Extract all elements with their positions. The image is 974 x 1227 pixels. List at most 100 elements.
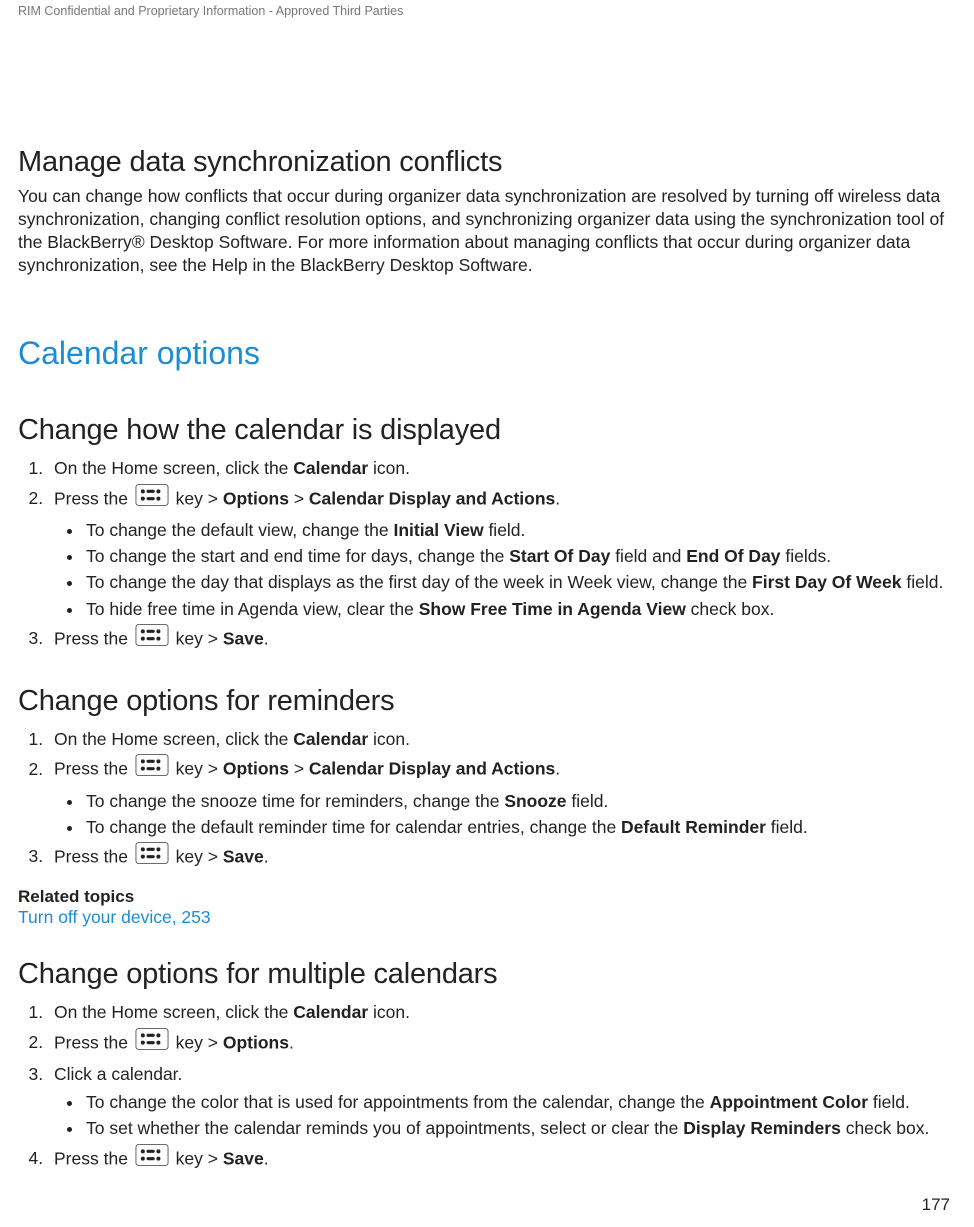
step: On the Home screen, click the Calendar i…: [48, 999, 956, 1025]
steps-multiple-calendars: On the Home screen, click the Calendar i…: [18, 999, 956, 1175]
text: Click a calendar.: [54, 1064, 182, 1084]
text-bold: Default Reminder: [621, 817, 766, 837]
text-bold: Save: [223, 1148, 264, 1168]
text: field.: [567, 791, 609, 811]
text: .: [289, 1032, 294, 1052]
page-number: 177: [922, 1195, 950, 1215]
step: Press the key > Options > Calendar Displ…: [48, 754, 956, 840]
bullet: To change the start and end time for day…: [84, 543, 956, 569]
text-bold: Appointment Color: [710, 1092, 868, 1112]
text-bold: Options: [223, 488, 289, 508]
text: To change the color that is used for app…: [86, 1092, 710, 1112]
heading-manage-conflicts: Manage data synchronization conflicts: [18, 146, 956, 179]
menu-key-icon: [135, 624, 169, 653]
text: icon.: [368, 1002, 410, 1022]
text-bold: Options: [223, 1032, 289, 1052]
text-bold: Options: [223, 759, 289, 779]
heading-change-reminders: Change options for reminders: [18, 685, 956, 718]
confidential-header: RIM Confidential and Proprietary Informa…: [18, 0, 956, 18]
text: To set whether the calendar reminds you …: [86, 1118, 683, 1138]
text: >: [289, 488, 309, 508]
step: Click a calendar. To change the color th…: [48, 1061, 956, 1142]
steps-change-display: On the Home screen, click the Calendar i…: [18, 455, 956, 655]
text-bold: Display Reminders: [683, 1118, 841, 1138]
bullet: To hide free time in Agenda view, clear …: [84, 596, 956, 622]
step: Press the key > Options.: [48, 1028, 956, 1059]
text: Press the: [54, 628, 133, 648]
menu-key-icon: [135, 484, 169, 513]
heading-multiple-calendars: Change options for multiple calendars: [18, 958, 956, 991]
text: key >: [171, 759, 223, 779]
heading-calendar-options: Calendar options: [18, 335, 956, 372]
text: To change the start and end time for day…: [86, 546, 509, 566]
text-bold: Save: [223, 628, 264, 648]
text-bold: Calendar Display and Actions: [309, 759, 555, 779]
text: key >: [171, 628, 223, 648]
text: Press the: [54, 488, 133, 508]
text-bold: Save: [223, 846, 264, 866]
text: To change the default reminder time for …: [86, 817, 621, 837]
text: check box.: [841, 1118, 930, 1138]
text: .: [264, 846, 269, 866]
step: Press the key > Save.: [48, 1144, 956, 1175]
text: check box.: [686, 599, 775, 619]
bullet: To change the color that is used for app…: [84, 1089, 956, 1115]
text: field.: [902, 572, 944, 592]
text-bold: Calendar: [293, 458, 368, 478]
text-bold: Calendar: [293, 1002, 368, 1022]
text-bold: Initial View: [393, 520, 483, 540]
text: .: [264, 628, 269, 648]
text-bold: Calendar Display and Actions: [309, 488, 555, 508]
text-bold: Show Free Time in Agenda View: [419, 599, 686, 619]
menu-key-icon: [135, 754, 169, 783]
text-bold: Snooze: [504, 791, 566, 811]
text: Press the: [54, 1148, 133, 1168]
step: Press the key > Save.: [48, 842, 956, 873]
bullet: To change the snooze time for reminders,…: [84, 788, 956, 814]
text: On the Home screen, click the: [54, 458, 293, 478]
bullet: To change the default reminder time for …: [84, 814, 956, 840]
text: To change the day that displays as the f…: [86, 572, 752, 592]
text: On the Home screen, click the: [54, 1002, 293, 1022]
text: icon.: [368, 458, 410, 478]
related-topics-heading: Related topics: [18, 887, 956, 907]
text: fields.: [781, 546, 832, 566]
heading-change-display: Change how the calendar is displayed: [18, 414, 956, 447]
text: On the Home screen, click the: [54, 729, 293, 749]
text: .: [264, 1148, 269, 1168]
bullet: To set whether the calendar reminds you …: [84, 1115, 956, 1141]
text: key >: [171, 846, 223, 866]
text: field.: [766, 817, 808, 837]
sub-bullets: To change the snooze time for reminders,…: [54, 788, 956, 841]
menu-key-icon: [135, 1144, 169, 1173]
text: field.: [484, 520, 526, 540]
text: field and: [610, 546, 686, 566]
step: Press the key > Save.: [48, 624, 956, 655]
sub-bullets: To change the default view, change the I…: [54, 517, 956, 622]
text: key >: [171, 1148, 223, 1168]
text: icon.: [368, 729, 410, 749]
step: Press the key > Options > Calendar Displ…: [48, 484, 956, 622]
sub-bullets: To change the color that is used for app…: [54, 1089, 956, 1142]
step: On the Home screen, click the Calendar i…: [48, 726, 956, 752]
text-bold: Calendar: [293, 729, 368, 749]
text: Press the: [54, 1032, 133, 1052]
text: To change the snooze time for reminders,…: [86, 791, 504, 811]
related-link-turn-off-device[interactable]: Turn off your device, 253: [18, 907, 956, 928]
manage-conflicts-body: You can change how conflicts that occur …: [18, 185, 956, 277]
bullet: To change the default view, change the I…: [84, 517, 956, 543]
text-bold: First Day Of Week: [752, 572, 901, 592]
text: >: [289, 759, 309, 779]
bullet: To change the day that displays as the f…: [84, 569, 956, 595]
text: Press the: [54, 759, 133, 779]
text: .: [555, 488, 560, 508]
text: field.: [868, 1092, 910, 1112]
text-bold: Start Of Day: [509, 546, 610, 566]
text: key >: [171, 488, 223, 508]
text: .: [555, 759, 560, 779]
text: Press the: [54, 846, 133, 866]
step: On the Home screen, click the Calendar i…: [48, 455, 956, 481]
text: To change the default view, change the: [86, 520, 393, 540]
menu-key-icon: [135, 842, 169, 871]
text: To hide free time in Agenda view, clear …: [86, 599, 419, 619]
